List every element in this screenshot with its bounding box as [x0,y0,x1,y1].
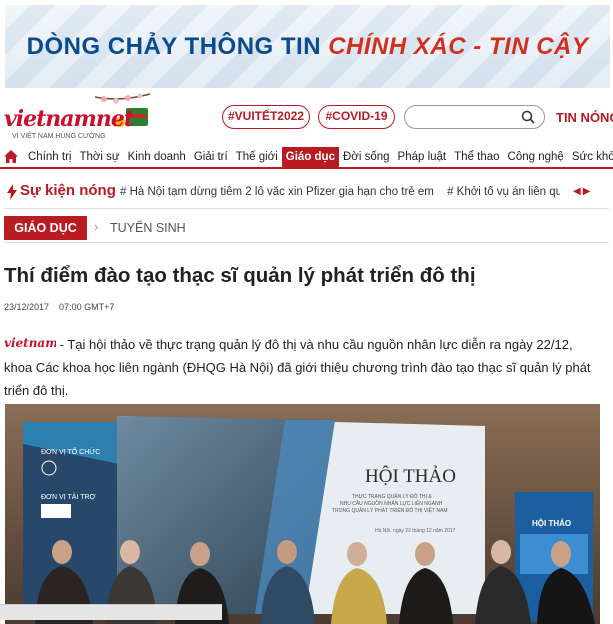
backdrop-subtitle-3: TRONG QUẢN LÝ PHÁT TRIỂN ĐÔ THỊ VIỆT NAM [332,506,447,514]
banner-slogan-part-a: DÒNG CHẢY THÔNG TIN [26,33,322,60]
article-title: Thí điểm đào tạo thạc sĩ quản lý phát tr… [4,264,476,287]
nav-item[interactable]: Kinh doanh [124,147,190,167]
logo-tagline: VÌ VIỆT NAM HÙNG CƯỜNG [12,133,106,140]
article-date: 23/12/2017 [4,302,50,312]
sponsor-label: ĐƠN VỊ TÀI TRỢ [41,492,96,501]
nav-item[interactable]: Thể thao [450,147,503,167]
backdrop-subtitle-1: THỰC TRẠNG QUẢN LÝ ĐÔ THỊ & [352,493,432,500]
horizontal-scrollbar[interactable] [0,604,222,620]
event-ticker-items: # Hà Nội tạm dừng tiêm 2 lô vắc xin Pfiz… [120,186,560,202]
backdrop-date: Hà Nội, ngày 22 tháng 12 năm 2017 [375,528,456,534]
article-dateline: 23/12/2017 07:00 GMT+7 [4,302,124,312]
conference-photo-illustration: ĐƠN VỊ TỔ CHỨC ĐƠN VỊ TÀI TRỢ HỘI THẢO T… [5,404,600,624]
breadcrumb-divider [4,242,609,243]
logo-wordmark: vietnamnet [4,106,134,132]
tag-vuitet2022[interactable]: #VUITẾT2022 [222,105,310,129]
vietnamnet-mini-logo-icon: vietnam [4,336,56,350]
svg-text:vietnam: vietnam [4,336,56,350]
nav-divider [0,167,613,169]
event-item[interactable]: # Hà Nội tạm dừng tiêm 2 lô vắc xin Pfiz… [120,186,434,198]
organizer-label: ĐƠN VỊ TỔ CHỨC [41,447,100,456]
home-icon[interactable] [4,150,18,163]
search-icon[interactable] [521,110,535,124]
nav-item[interactable]: Công nghệ [504,147,568,167]
site-logo[interactable]: vietnamnet VÌ VIỆT NAM HÙNG CƯỜNG [4,92,164,144]
main-nav: Chính trị Thời sự Kinh doanh Giải trí Thế gi… [0,147,613,167]
prev-arrow-icon[interactable]: ◀ [573,186,583,197]
hot-news-link[interactable]: TIN NÓNG [556,110,613,125]
next-arrow-icon[interactable]: ▶ [583,186,593,197]
lightning-icon [7,184,17,200]
breadcrumb-subsection[interactable]: TUYỂN SINH [110,221,186,235]
backdrop-title: HỘI THẢO [365,465,456,487]
top-banner[interactable]: DÒNG CHẢY THÔNG TIN CHÍNH XÁC - TIN CẬY [5,5,610,88]
nav-item[interactable]: Pháp luật [394,147,451,167]
nav-item[interactable]: Thế giới [232,147,282,167]
article-lead: vietnam - Tại hội thảo về thực trạng quả… [4,333,594,402]
nav-item[interactable]: Đời sống [339,147,394,167]
chevron-right-icon: › [94,219,99,234]
nav-item[interactable]: Giải trí [190,147,232,167]
banner-slogan-part-b: CHÍNH XÁC - TIN CẬY [328,33,589,60]
nav-item[interactable]: Chính trị [24,147,75,167]
ticker-divider [4,208,609,209]
tag-covid19[interactable]: #COVID-19 [318,105,395,129]
search-box[interactable] [404,105,545,129]
backdrop-subtitle-2: NHU CẦU NGUỒN NHÂN LỰC LIÊN NGÀNH [340,499,443,507]
nav-items: Chính trị Thời sự Kinh doanh Giải trí Thế gi… [24,147,613,167]
nav-item[interactable]: Thời sự [75,147,123,167]
event-ticker-label: Sự kiện nóng [20,182,116,199]
ticker-arrows: ◀▶ [573,186,592,197]
article-lead-text: - Tại hội thảo về thực trạng quản lý đô … [4,337,591,398]
breadcrumb-section[interactable]: GIÁO DỤC [4,216,87,240]
right-banner-title: HỘI THẢO [532,519,571,528]
search-input[interactable] [413,109,518,125]
banner-slogan: DÒNG CHẢY THÔNG TIN CHÍNH XÁC - TIN CẬY [5,33,610,61]
event-ticker: Sự kiện nóng # Hà Nội tạm dừng tiêm 2 lô… [0,178,613,206]
nav-item[interactable]: Sức khỏe [568,147,613,167]
nav-item[interactable]: Giáo dục [281,147,339,167]
article-time: 07:00 GMT+7 [59,302,115,312]
article-photo[interactable]: ĐƠN VỊ TỔ CHỨC ĐƠN VỊ TÀI TRỢ HỘI THẢO T… [5,404,600,624]
event-item[interactable]: # Khởi tố vụ án liên quan [447,186,560,198]
